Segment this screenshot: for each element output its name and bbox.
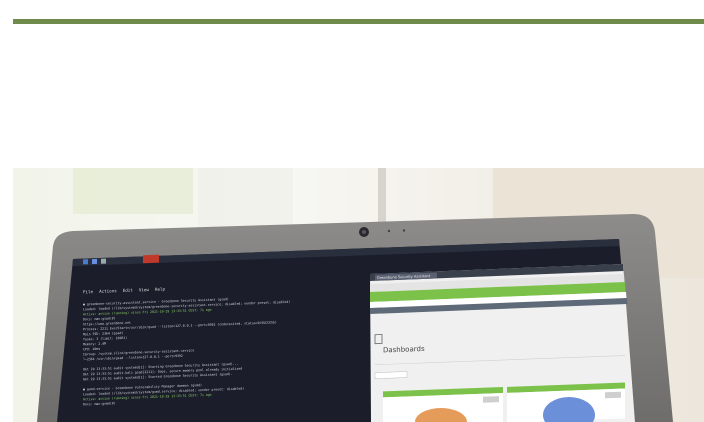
accent-bar bbox=[13, 19, 704, 24]
browser-window: Greenbone Security Assistant Dashboards bbox=[370, 264, 635, 422]
laptop-photo: File Actions Edit View Help ● greenbone-secu… bbox=[13, 168, 704, 422]
photo-scene: File Actions Edit View Help ● greenbone-secu… bbox=[13, 168, 704, 422]
laptop-screen: File Actions Edit View Help ● greenbone-secu… bbox=[57, 239, 635, 422]
svg-text:Memory: 2.4M: Memory: 2.4M bbox=[83, 342, 106, 347]
dashboards-title: Dashboards bbox=[383, 345, 425, 355]
svg-text:CPU: 49ms: CPU: 49ms bbox=[83, 347, 100, 352]
